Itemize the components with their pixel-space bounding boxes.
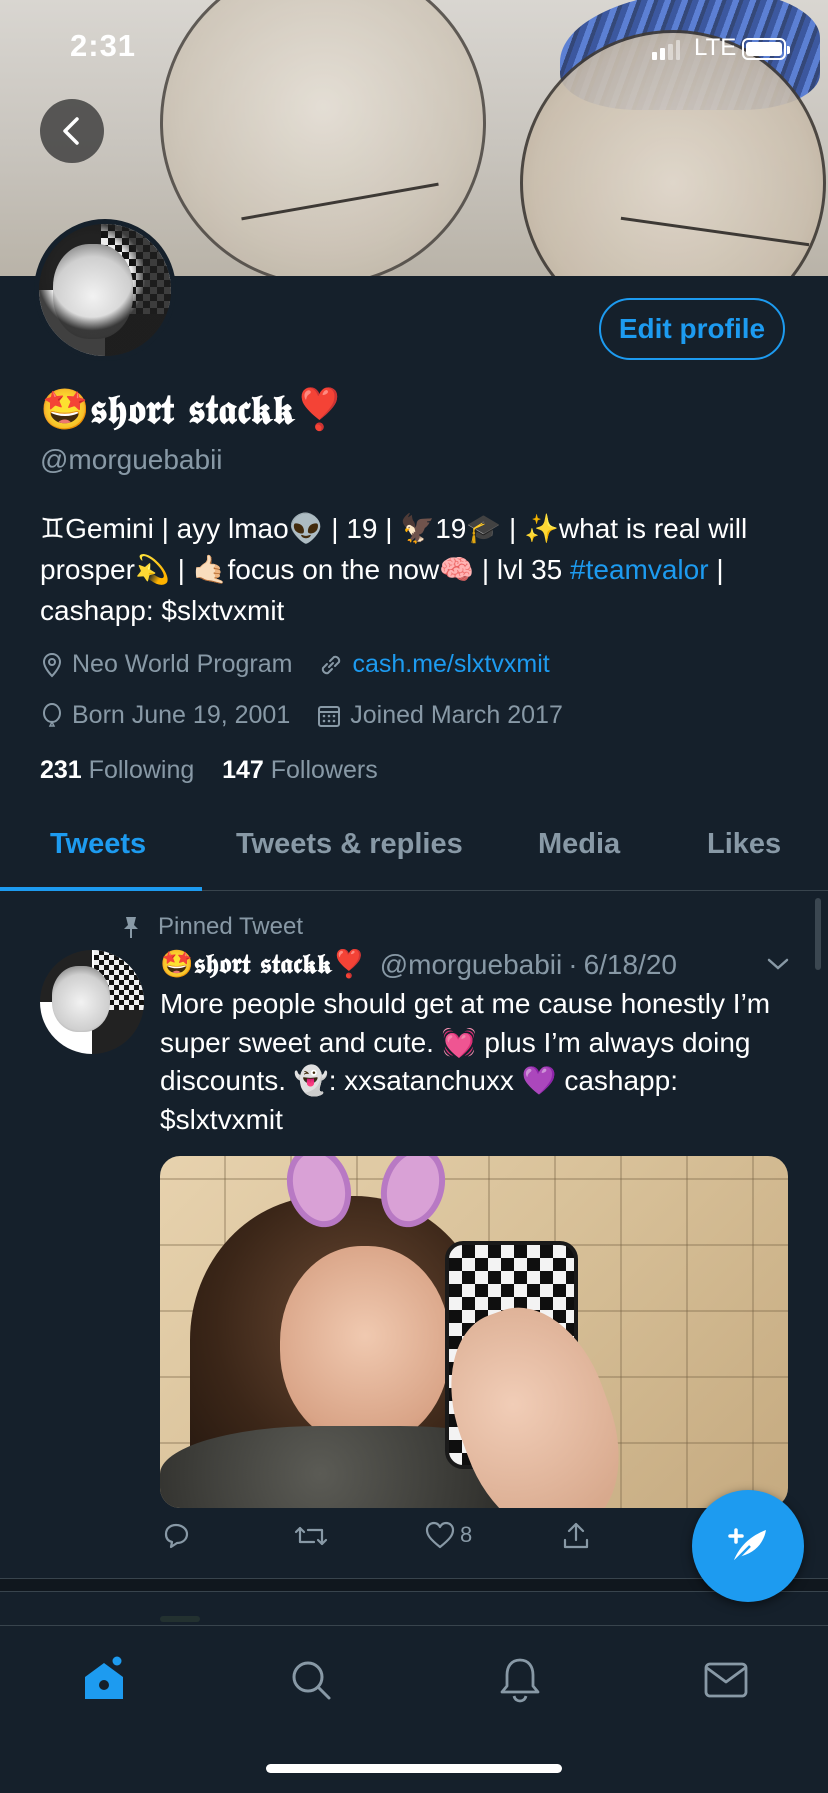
retweet-button[interactable] [292, 1520, 330, 1552]
home-icon [85, 1656, 123, 1699]
following-link[interactable]: 231 Following [40, 756, 194, 784]
nav-messages[interactable] [696, 1650, 756, 1710]
nav-notifications[interactable] [490, 1650, 550, 1710]
user-handle: @morguebabii [40, 444, 223, 475]
profile-bio: ♊Gemini | ayy lmao👽 | 19 | 🦅19🎓 | ✨what … [40, 508, 800, 631]
followers-count: 147 [222, 756, 264, 784]
pinned-tweet-label: Pinned Tweet [120, 913, 303, 941]
chevron-left-icon [63, 117, 79, 145]
tweet-author-name[interactable]: 🤩𝖘𝖍𝖔𝖗𝖙 𝖘𝖙𝖆𝖈𝖐𝖐❣️ [160, 948, 366, 981]
calendar-icon [318, 705, 341, 727]
location-item: Neo World Program [40, 650, 292, 679]
profile-meta-row: Neo World Program cash.me/slxtvxmit [40, 650, 576, 679]
scrollbar[interactable] [815, 898, 821, 970]
birthday-text: Born June 19, 2001 [72, 701, 291, 729]
tweet-media-image[interactable] [160, 1156, 788, 1508]
messages-icon [704, 1662, 748, 1698]
like-count: 8 [460, 1522, 473, 1547]
nav-search[interactable] [281, 1650, 341, 1710]
follow-stats: 231 Following 147 Followers [40, 756, 378, 785]
followers-link[interactable]: 147 Followers [222, 756, 378, 784]
carrier-label: LTE [694, 34, 737, 61]
following-count: 231 [40, 756, 82, 784]
tweet-date[interactable]: 6/18/20 [584, 949, 677, 981]
website-link[interactable]: cash.me/slxtvxmit [352, 650, 549, 679]
tweet-avatar[interactable] [40, 950, 144, 1054]
followers-label: Followers [270, 756, 378, 784]
balloon-icon [43, 702, 61, 727]
edit-profile-button[interactable]: Edit profile [599, 298, 785, 360]
home-indicator[interactable] [266, 1764, 562, 1773]
tweet-actions: 8 [160, 1520, 589, 1560]
back-button[interactable] [40, 99, 104, 163]
pin-icon [124, 917, 138, 938]
tweet-text: More people should get at me cause hones… [160, 988, 771, 1135]
active-tab-indicator [0, 887, 202, 891]
tweet-header: 🤩𝖘𝖍𝖔𝖗𝖙 𝖘𝖙𝖆𝖈𝖐𝖐❣️ @morguebabii · 6/18/20 [160, 948, 677, 981]
next-tweet-peek [160, 1616, 200, 1622]
display-name: 🤩𝖘𝖍𝖔𝖗𝖙 𝖘𝖙𝖆𝖈𝖐𝖐❣️ [40, 386, 345, 433]
compose-tweet-button[interactable] [692, 1490, 804, 1602]
following-label: Following [88, 756, 195, 784]
tab-tweets[interactable]: Tweets [50, 828, 146, 861]
profile-meta-row: Born June 19, 2001 Joined March 2017 [40, 701, 589, 730]
location-pin-icon [42, 652, 62, 677]
tab-media[interactable]: Media [538, 828, 620, 861]
search-icon [292, 1661, 331, 1700]
location-text: Neo World Program [72, 650, 293, 678]
reply-button[interactable] [160, 1520, 192, 1552]
compose-feather-icon [728, 1528, 766, 1565]
notifications-icon [500, 1658, 540, 1703]
tab-tweets-and-replies[interactable]: Tweets & replies [236, 828, 463, 861]
profile-tabs: Tweets Tweets & replies Media Likes [0, 808, 828, 891]
share-button[interactable] [560, 1520, 592, 1552]
signal-icon [652, 40, 680, 60]
link-icon [322, 655, 341, 674]
bio-hashtag-link[interactable]: #teamvalor [570, 554, 709, 585]
share-icon [563, 1522, 589, 1549]
joined-text: Joined March 2017 [350, 701, 563, 729]
tweet-separator: · [568, 948, 578, 980]
joined-item: Joined March 2017 [316, 701, 563, 730]
profile-avatar[interactable] [34, 219, 176, 361]
reply-icon [164, 1523, 189, 1549]
banner-sketch-left [160, 0, 486, 276]
tweet-author-handle[interactable]: @morguebabii [380, 949, 563, 981]
battery-icon [742, 38, 790, 60]
tweet-options-button[interactable] [766, 956, 790, 977]
chevron-down-icon [767, 958, 789, 970]
birthday-item: Born June 19, 2001 [40, 701, 290, 730]
nav-home[interactable] [74, 1650, 134, 1710]
tab-likes[interactable]: Likes [707, 828, 781, 861]
retweet-icon [294, 1526, 328, 1546]
website-item[interactable]: cash.me/slxtvxmit [318, 650, 550, 679]
like-button[interactable]: 8 [424, 1520, 472, 1550]
pinned-text: Pinned Tweet [158, 913, 303, 940]
status-time: 2:31 [70, 28, 137, 63]
heart-icon [425, 1521, 455, 1549]
